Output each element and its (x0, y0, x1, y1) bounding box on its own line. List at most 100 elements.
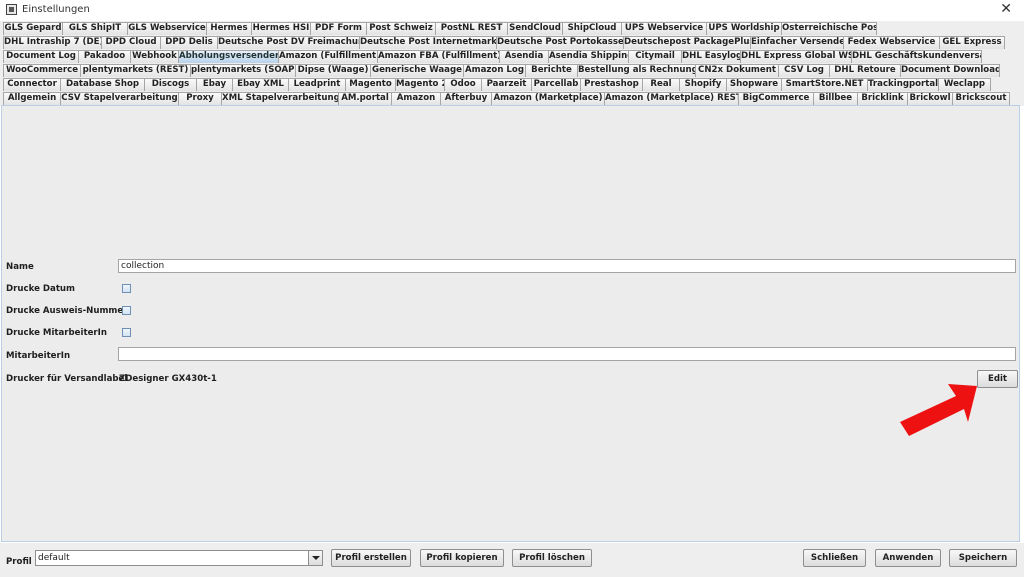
tab-dpd-delis[interactable]: DPD Delis (160, 36, 218, 49)
tab-plentymarkets-soap[interactable]: plentymarkets (SOAP) (190, 64, 296, 77)
drucke-mitarbeiter-label: Drucke MitarbeiterIn (6, 328, 107, 338)
tab-paarzeit[interactable]: Paarzeit (481, 78, 532, 91)
profile-select[interactable]: default (35, 550, 323, 566)
tab-bricklink[interactable]: Bricklink (857, 92, 908, 105)
tab-ebay[interactable]: Ebay (196, 78, 233, 91)
tab-webhook[interactable]: Webhook (130, 50, 179, 63)
tab-magento[interactable]: Magento (345, 78, 396, 91)
tab-einfacher-versender[interactable]: Einfacher Versender (750, 36, 844, 49)
speichern-button[interactable]: Speichern (949, 549, 1017, 567)
tab-deutsche-post-internetmarke[interactable]: Deutsche Post Internetmarke (359, 36, 497, 49)
tab-proxy[interactable]: Proxy (178, 92, 222, 105)
tab-ebay-xml[interactable]: Ebay XML (232, 78, 289, 91)
profil-kopieren-button[interactable]: Profil kopieren (420, 549, 504, 567)
tab-connector[interactable]: Connector (3, 78, 61, 91)
tab-amazon[interactable]: Amazon (391, 92, 441, 105)
tab-deutsche-post-dv-freimachung[interactable]: Deutsche Post DV Freimachung (217, 36, 360, 49)
profil-loeschen-button[interactable]: Profil löschen (512, 549, 592, 567)
tab-brickowl[interactable]: Brickowl (907, 92, 953, 105)
tab-generische-waage[interactable]: Generische Waage (370, 64, 464, 77)
mitarbeiter-label: MitarbeiterIn (6, 351, 71, 361)
tab-amazon-fulfillment[interactable]: Amazon (Fulfillment) (278, 50, 378, 63)
tab-abholungsversender[interactable]: Abholungsversender (178, 50, 279, 63)
tab-brickscout[interactable]: Brickscout (952, 92, 1010, 105)
tab-deutsche-post-portokasse[interactable]: Deutsche Post Portokasse (496, 36, 624, 49)
tab-post-schweiz[interactable]: Post Schweiz (366, 22, 436, 35)
tab-dhl-express-global-ws[interactable]: DHL Express Global WS (740, 50, 852, 63)
tab-shopware[interactable]: Shopware (726, 78, 782, 91)
tab-amazon-marketplace[interactable]: Amazon (Marketplace) (491, 92, 605, 105)
tab-pdf-form[interactable]: PDF Form (310, 22, 367, 35)
tab-shopify[interactable]: Shopify (679, 78, 727, 91)
tab-trackingportal[interactable]: Trackingportal (867, 78, 939, 91)
tab-shipcloud[interactable]: ShipCloud (562, 22, 622, 35)
drucke-datum-checkbox[interactable] (122, 284, 131, 293)
tab-fedex-webservice[interactable]: Fedex Webservice (843, 36, 940, 49)
settings-panel (1, 105, 1020, 542)
drucke-ausweis-checkbox[interactable] (122, 306, 131, 315)
tab-pakadoo[interactable]: Pakadoo (78, 50, 131, 63)
tab-csv-stapelverarbeitung[interactable]: CSV Stapelverarbeitung (60, 92, 179, 105)
tab-parcellab[interactable]: Parcellab (531, 78, 581, 91)
tab-allgemein[interactable]: Allgemein (3, 92, 61, 105)
tab-postnl-rest[interactable]: PostNL REST (435, 22, 508, 35)
tab-citymail[interactable]: Citymail (628, 50, 682, 63)
tab-smartstore-net[interactable]: SmartStore.NET (781, 78, 868, 91)
drucke-mitarbeiter-checkbox[interactable] (122, 328, 131, 337)
tab-plentymarkets-rest[interactable]: plentymarkets (REST) (80, 64, 191, 77)
tab-bigcommerce[interactable]: BigCommerce (738, 92, 814, 105)
tab-csv-log[interactable]: CSV Log (778, 64, 830, 77)
tab-afterbuy[interactable]: Afterbuy (440, 92, 492, 105)
edit-button[interactable]: Edit (977, 370, 1018, 388)
tab-odoo[interactable]: Odoo (444, 78, 482, 91)
tab-dpd-cloud[interactable]: DPD Cloud (101, 36, 161, 49)
tab-dhl-geschäftskundenversand[interactable]: DHL Geschäftskundenversand (851, 50, 982, 63)
tab-row: Allgemein CSV Stapelverarbeitung Proxy XML … (3, 92, 1010, 105)
tab-gls-gepard[interactable]: GLS Gepard (3, 22, 63, 35)
tab-dipse-waage[interactable]: Dipse (Waage) (295, 64, 371, 77)
tab-magento-2[interactable]: Magento 2 (395, 78, 445, 91)
tab-weclapp[interactable]: Weclapp (938, 78, 991, 91)
anwenden-button[interactable]: Anwenden (875, 549, 941, 567)
tab-document-log[interactable]: Document Log (3, 50, 79, 63)
tab-amazon-marketplace-rest[interactable]: Amazon (Marketplace) REST (604, 92, 739, 105)
tab-real[interactable]: Real (642, 78, 680, 91)
tab-database-shop[interactable]: Database Shop (60, 78, 145, 91)
mitarbeiter-field[interactable] (118, 347, 1016, 361)
schliessen-button[interactable]: Schließen (803, 549, 866, 567)
app-icon (6, 4, 17, 15)
name-field[interactable]: collection (118, 259, 1016, 273)
tab-dhl-easylog[interactable]: DHL Easylog (681, 50, 741, 63)
tab-asendia-shipping[interactable]: Asendia Shipping (548, 50, 629, 63)
tab-xml-stapelverarbeitung[interactable]: XML Stapelverarbeitung (221, 92, 339, 105)
tab-sendcloud[interactable]: SendCloud (507, 22, 563, 35)
tab-ups-worldship[interactable]: UPS Worldship (706, 22, 782, 35)
profil-erstellen-button[interactable]: Profil erstellen (331, 549, 411, 567)
tab-gls-webservice[interactable]: GLS Webservice (127, 22, 207, 35)
tab-gls-shipit[interactable]: GLS ShipIT (62, 22, 128, 35)
tab-billbee[interactable]: Billbee (813, 92, 858, 105)
tab-asendia[interactable]: Asendia (499, 50, 549, 63)
tab-discogs[interactable]: Discogs (144, 78, 197, 91)
tab-österreichische-post[interactable]: Österreichische Post (781, 22, 877, 35)
tab-hermes[interactable]: Hermes (206, 22, 252, 35)
tab-amazon-log[interactable]: Amazon Log (463, 64, 526, 77)
tab-deutschepost-packageplus[interactable]: Deutschepost PackagePlus (623, 36, 751, 49)
drucker-value: ZDesigner GX430t-1 (119, 374, 217, 384)
tab-bestellung-als-rechnung[interactable]: Bestellung als Rechnung (577, 64, 696, 77)
tab-berichte[interactable]: Berichte (525, 64, 578, 77)
tab-woocommerce[interactable]: WooCommerce (3, 64, 81, 77)
tab-leadprint[interactable]: Leadprint (288, 78, 346, 91)
chevron-down-icon[interactable] (308, 551, 322, 565)
tab-ups-webservice[interactable]: UPS Webservice (621, 22, 707, 35)
tab-gel-express[interactable]: GEL Express (939, 36, 1005, 49)
tab-cn2x-dokument[interactable]: CN2x Dokument (695, 64, 779, 77)
tab-document-downloader[interactable]: Document Downloader (900, 64, 1000, 77)
tab-am-portal[interactable]: AM.portal (338, 92, 392, 105)
tab-amazon-fba-fulfillment[interactable]: Amazon FBA (Fulfillment) (377, 50, 500, 63)
tab-prestashop[interactable]: Prestashop (580, 78, 643, 91)
tab-dhl-intraship-7-de[interactable]: DHL Intraship 7 (DE) (3, 36, 102, 49)
tab-hermes-hsi[interactable]: Hermes HSI (251, 22, 311, 35)
close-icon[interactable]: ✕ (1000, 1, 1012, 17)
tab-dhl-retoure[interactable]: DHL Retoure (829, 64, 901, 77)
